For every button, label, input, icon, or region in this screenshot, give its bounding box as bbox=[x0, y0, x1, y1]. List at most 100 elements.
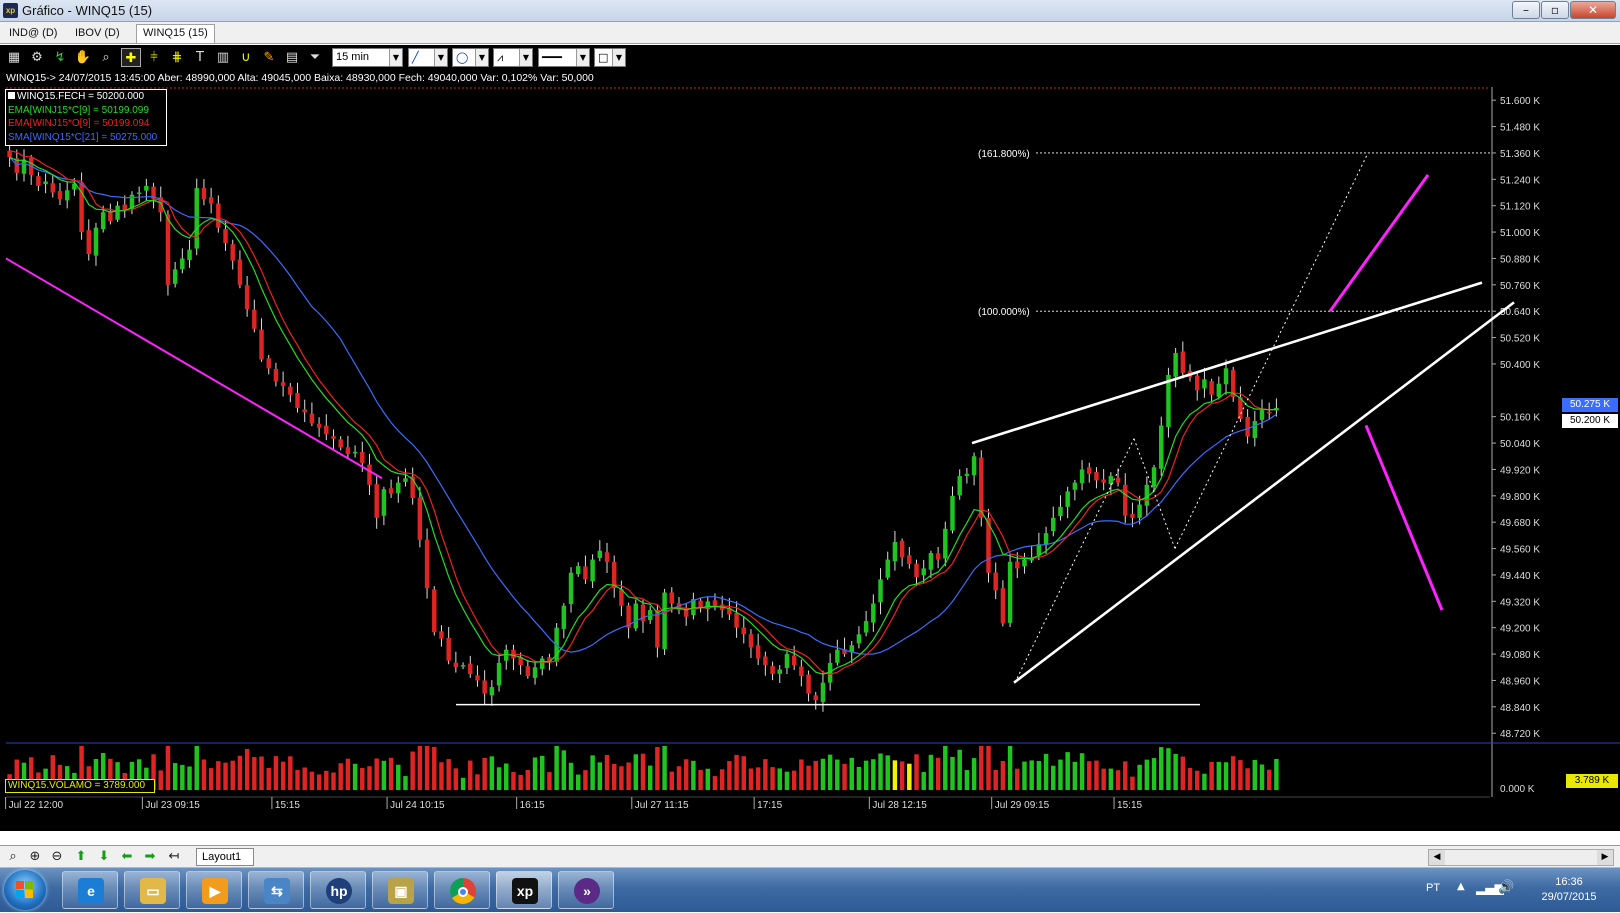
candle-body bbox=[1194, 375, 1200, 391]
close-button[interactable]: ✕ bbox=[1570, 1, 1616, 19]
candle-body bbox=[561, 605, 567, 629]
horseshoe-icon[interactable]: ∪ bbox=[236, 48, 256, 67]
layout-tab[interactable]: Layout1 bbox=[196, 848, 254, 866]
go-start-icon[interactable]: ↤ bbox=[165, 848, 183, 866]
volume-bar bbox=[583, 770, 588, 790]
magenta-trendline-left bbox=[5, 257, 383, 480]
text-tool-icon[interactable]: T bbox=[190, 48, 210, 67]
zoom-out-icon[interactable]: ⊖ bbox=[48, 848, 66, 866]
grid-icon[interactable]: ▥ bbox=[213, 48, 233, 67]
hp-icon: hp bbox=[326, 878, 352, 904]
arrow-left-icon[interactable]: ⬅ bbox=[118, 848, 136, 866]
taskbar-chrome[interactable] bbox=[434, 871, 490, 909]
taskbar-hp[interactable]: hp bbox=[310, 871, 366, 909]
horizontal-line-icon[interactable]: ⫩ bbox=[144, 48, 164, 67]
scroll-right-icon[interactable]: ▶ bbox=[1597, 850, 1613, 865]
indicator-tool-select[interactable]: ⩘ ▼ bbox=[493, 48, 533, 67]
candle-body bbox=[590, 559, 595, 582]
brush-icon[interactable]: ✎ bbox=[259, 48, 279, 67]
language-indicator[interactable]: PT bbox=[1426, 882, 1440, 894]
volume-bar bbox=[417, 746, 423, 790]
chart-navigation-bar: ⌕ ⊕ ⊖ ⬆ ⬇ ⬅ ➡ ↤ Layout1 ◀ ▶ bbox=[0, 845, 1620, 867]
candle-body bbox=[136, 192, 142, 195]
candle-body bbox=[971, 456, 977, 476]
candle-body bbox=[1202, 379, 1207, 389]
volume-bar bbox=[935, 757, 941, 790]
candle-body bbox=[295, 393, 300, 408]
volume-bar bbox=[302, 767, 307, 790]
zoom-in-icon[interactable]: ⊕ bbox=[26, 848, 44, 866]
search-icon[interactable]: ⌕ bbox=[4, 848, 22, 866]
candle-body bbox=[381, 489, 387, 516]
minimize-button[interactable]: – bbox=[1512, 1, 1540, 19]
volume-icon[interactable]: 🔊 bbox=[1498, 880, 1514, 895]
scroll-left-icon[interactable]: ◀ bbox=[1429, 850, 1445, 865]
taskbar-ie[interactable]: e bbox=[62, 871, 118, 909]
taskbar-explorer[interactable]: ▭ bbox=[124, 871, 180, 909]
tab-ind[interactable]: IND@ (D) bbox=[2, 24, 64, 43]
candle-body bbox=[698, 600, 703, 608]
price-chart[interactable]: 51.600 K 51.480 K 51.360 K 51.240 K 51.120 K… bbox=[0, 87, 1620, 831]
arrow-down-icon[interactable]: ⬇ bbox=[95, 848, 113, 866]
filter-icon[interactable]: ⏷ bbox=[305, 48, 325, 67]
volume-bar bbox=[763, 759, 768, 790]
chevron-down-icon: ▼ bbox=[434, 49, 447, 66]
zoom-chart-icon[interactable]: ⌕ bbox=[96, 48, 116, 67]
volume-bar bbox=[799, 759, 804, 790]
volume-bar bbox=[1108, 768, 1114, 790]
indicators-icon[interactable]: ↯ bbox=[50, 48, 70, 67]
volume-bar bbox=[252, 757, 257, 790]
fibonacci-icon[interactable]: ⋕ bbox=[167, 48, 187, 67]
taskbar-network[interactable]: ⇆ bbox=[248, 871, 304, 909]
volume-bar bbox=[957, 749, 962, 790]
settings-gear-icon[interactable]: ⚙ bbox=[27, 48, 47, 67]
line-style-icon: ━━━ bbox=[542, 51, 562, 64]
hand-cursor-icon[interactable]: ✋ bbox=[73, 48, 93, 67]
candle-body bbox=[1079, 469, 1085, 484]
volume-bar bbox=[856, 766, 862, 790]
volume-bar bbox=[360, 768, 365, 790]
taskbar-xp[interactable]: xp bbox=[496, 871, 552, 909]
volume-bar bbox=[1144, 759, 1150, 790]
taskbar-media[interactable]: ▶ bbox=[186, 871, 242, 909]
candle-body bbox=[1216, 383, 1222, 397]
volume-bar bbox=[165, 746, 171, 790]
volume-bar bbox=[309, 771, 315, 790]
volume-bar bbox=[827, 754, 833, 790]
maximize-button[interactable]: ▫ bbox=[1541, 1, 1569, 19]
system-clock[interactable]: 16:36 29/07/2015 bbox=[1524, 875, 1614, 905]
tab-ibov[interactable]: IBOV (D) bbox=[68, 24, 127, 43]
chart-type-icon[interactable]: ▦ bbox=[4, 48, 24, 67]
volume-bar bbox=[201, 759, 207, 790]
volume-bar bbox=[446, 759, 451, 790]
clipboard-icon[interactable]: ▤ bbox=[282, 48, 302, 67]
chart-canvas[interactable]: 51.600 K 51.480 K 51.360 K 51.240 K 51.120 K… bbox=[0, 87, 1620, 831]
interval-select[interactable]: 15 min ▼ bbox=[332, 48, 403, 67]
horizontal-scrollbar[interactable]: ◀ ▶ bbox=[1428, 849, 1614, 866]
volume-bar bbox=[1015, 768, 1020, 790]
start-button[interactable] bbox=[4, 870, 46, 910]
channel-lower-line bbox=[1013, 301, 1515, 684]
purple-app-icon: » bbox=[574, 878, 600, 904]
candle-body bbox=[223, 228, 228, 244]
volume-bar bbox=[755, 767, 761, 790]
volume-bar bbox=[741, 756, 746, 790]
chevron-down-icon: ▼ bbox=[475, 49, 488, 66]
candle-body bbox=[165, 214, 171, 285]
candle-body bbox=[180, 258, 185, 270]
arrow-up-icon[interactable]: ⬆ bbox=[72, 848, 90, 866]
show-hidden-icons-icon[interactable]: ▲ bbox=[1457, 881, 1465, 892]
crosshair-icon[interactable]: ✚ bbox=[121, 48, 141, 67]
color-select[interactable]: □ ▼ bbox=[594, 48, 626, 67]
volume-bar bbox=[770, 767, 775, 790]
taskbar-app[interactable]: » bbox=[558, 871, 614, 909]
volume-bar bbox=[914, 754, 919, 790]
arrow-right-icon[interactable]: ➡ bbox=[141, 848, 159, 866]
line-style-select[interactable]: ━━━ ▼ bbox=[538, 48, 590, 67]
shape-tool-select[interactable]: ◯ ▼ bbox=[452, 48, 489, 67]
volume-bar bbox=[1130, 776, 1135, 790]
candle-body bbox=[453, 662, 459, 668]
taskbar-manager[interactable]: ▣ bbox=[372, 871, 428, 909]
line-tool-select[interactable]: ╱ ▼ bbox=[408, 48, 448, 67]
tab-winq15[interactable]: WINQ15 (15) bbox=[136, 24, 215, 43]
